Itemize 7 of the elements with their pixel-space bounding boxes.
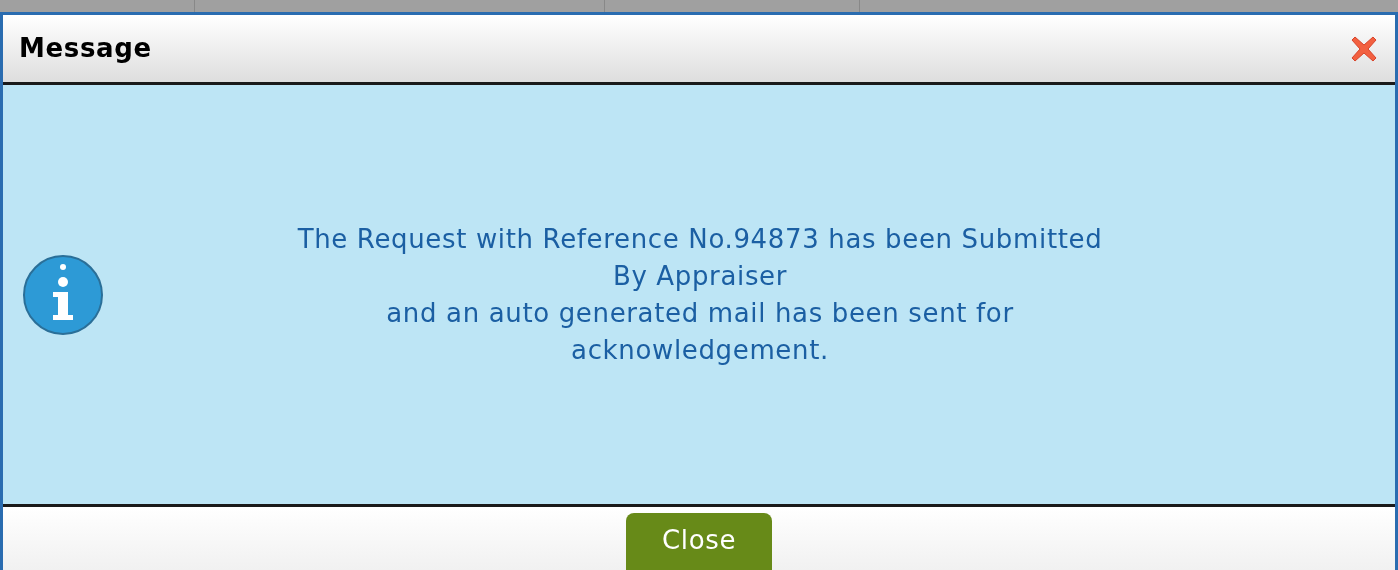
message-text: By Appraiser (612, 259, 788, 293)
dialog-title: Message (19, 32, 152, 65)
message-text: The Request with Reference No.94873 has been Submitted (297, 222, 1103, 256)
message-text: acknowledgement. (571, 333, 829, 367)
close-button[interactable]: Close (626, 513, 772, 570)
message-text: and an auto generated mail has been sent for (386, 296, 1014, 330)
info-icon (21, 252, 105, 337)
